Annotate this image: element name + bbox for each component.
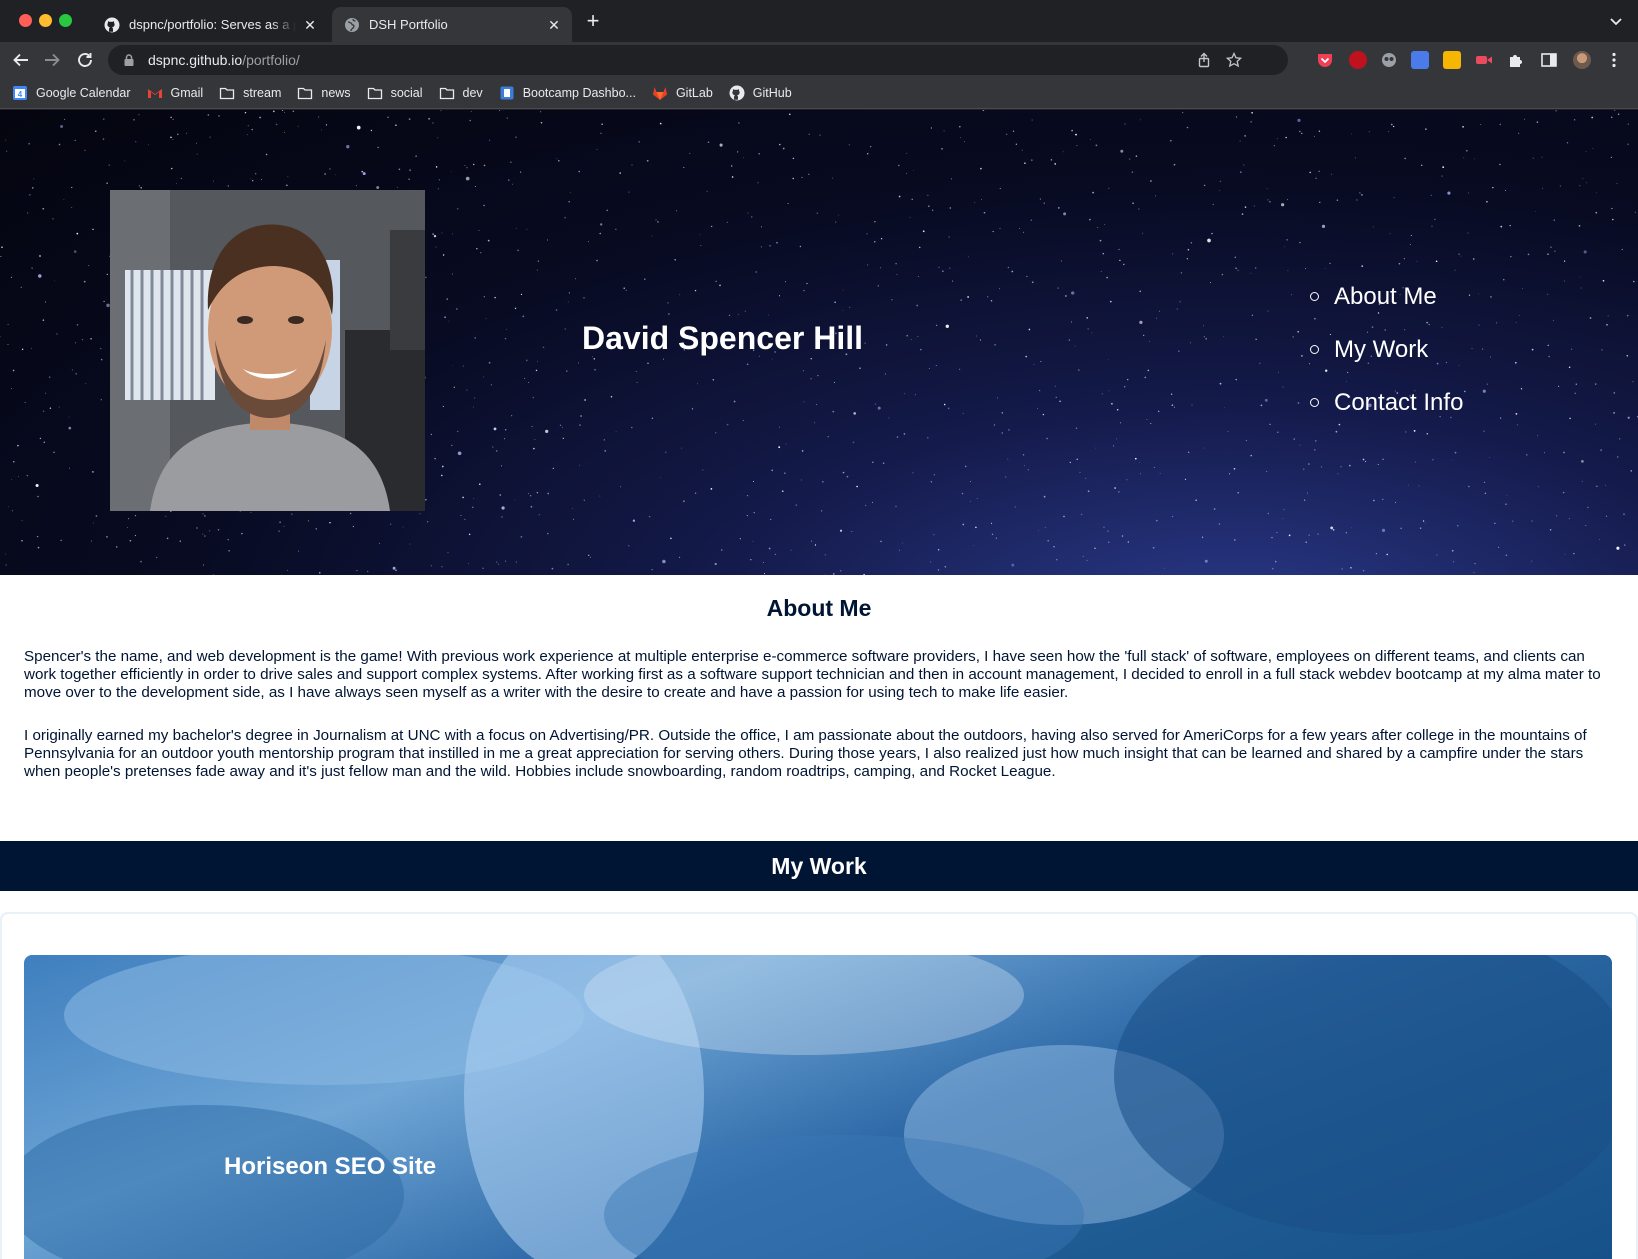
globe-icon	[344, 17, 360, 33]
profile-photo	[110, 190, 425, 511]
pocket-extension-icon[interactable]	[1316, 51, 1334, 69]
circle-bullet-icon	[1310, 292, 1319, 301]
window-zoom-button[interactable]	[59, 14, 72, 27]
nav-link-my-work[interactable]: My Work	[1334, 336, 1428, 364]
about-paragraph: I originally earned my bachelor's degree…	[24, 727, 1587, 780]
bootcamp-icon	[499, 85, 515, 101]
browser-tab-github[interactable]: dspnc/portfolio: Serves as a portfolio ✕	[92, 7, 328, 42]
record-extension-icon[interactable]	[1475, 51, 1493, 69]
share-icon[interactable]	[1196, 52, 1212, 68]
circle-bullet-icon	[1310, 398, 1319, 407]
chevron-down-icon[interactable]	[1608, 13, 1624, 29]
hero-header: David Spencer Hill About Me My Work Cont…	[0, 110, 1638, 575]
nav-link-contact-info[interactable]: Contact Info	[1334, 389, 1463, 417]
lock-icon[interactable]	[122, 53, 136, 67]
tab-title: dspnc/portfolio: Serves as a portfolio	[129, 17, 296, 32]
folder-icon	[367, 85, 383, 101]
privacy-extension-icon[interactable]	[1380, 51, 1398, 69]
nav-item-my-work: My Work	[1310, 323, 1463, 376]
folder-icon	[219, 85, 235, 101]
tab-title: DSH Portfolio	[369, 17, 448, 32]
nav-item-contact-info: Contact Info	[1310, 376, 1463, 429]
bookmark-bootcamp-dashboard[interactable]: Bootcamp Dashbo...	[499, 85, 636, 101]
window-close-button[interactable]	[19, 14, 32, 27]
url-path: /portfolio/	[242, 52, 300, 68]
browser-tab-active[interactable]: DSH Portfolio ✕	[332, 7, 572, 42]
back-arrow-icon[interactable]	[10, 49, 32, 71]
github-icon	[104, 17, 120, 33]
sky-background-image	[24, 955, 1612, 1259]
bookmark-label: social	[390, 86, 423, 100]
translate-extension-icon[interactable]	[1411, 51, 1429, 69]
bookmark-gmail[interactable]: Gmail	[147, 85, 204, 101]
browser-toolbar: dspnc.github.io/portfolio/	[0, 42, 1638, 78]
bookmark-label: GitHub	[752, 86, 792, 100]
about-section-title: About Me	[766, 595, 872, 621]
tab-close-icon[interactable]: ✕	[546, 17, 562, 33]
bookmark-label: Gmail	[170, 86, 204, 100]
about-paragraph: Spencer's the name, and web development …	[24, 648, 1601, 701]
url-text: dspnc.github.io/portfolio/	[148, 52, 300, 68]
nav-link-about-me[interactable]: About Me	[1334, 283, 1437, 311]
bookmark-folder-dev[interactable]: dev	[439, 85, 483, 101]
bookmark-label: news	[321, 86, 351, 100]
page-viewport: David Spencer Hill About Me My Work Cont…	[0, 110, 1638, 1259]
reload-icon[interactable]	[74, 49, 96, 71]
forward-arrow-icon[interactable]	[41, 49, 63, 71]
site-navigation: About Me My Work Contact Info	[1310, 270, 1463, 429]
gitlab-icon	[652, 85, 668, 101]
bookmark-label: stream	[243, 86, 282, 100]
tab-close-icon[interactable]: ✕	[302, 17, 318, 33]
calendar-icon: 4	[12, 85, 28, 101]
gmail-icon	[147, 85, 163, 101]
bookmark-folder-news[interactable]: news	[297, 85, 351, 101]
side-panel-icon[interactable]	[1540, 51, 1558, 69]
project-card[interactable]: Horiseon SEO Site	[24, 955, 1612, 1259]
circle-bullet-icon	[1310, 345, 1319, 354]
puzzle-icon[interactable]	[1507, 51, 1525, 69]
site-owner-name: David Spencer Hill	[582, 320, 863, 356]
bookmark-star-icon[interactable]	[1225, 51, 1243, 68]
github-icon	[729, 85, 745, 101]
bookmark-label: dev	[462, 86, 483, 100]
bookmark-folder-stream[interactable]: stream	[219, 85, 281, 101]
folder-icon	[439, 85, 455, 101]
window-minimize-button[interactable]	[39, 14, 52, 27]
bookmark-github[interactable]: GitHub	[729, 85, 792, 101]
nav-item-about-me: About Me	[1310, 270, 1463, 323]
bookmark-gitlab[interactable]: GitLab	[652, 85, 713, 101]
my-work-section-title: My Work	[0, 841, 1638, 891]
ublock-extension-icon[interactable]	[1349, 51, 1367, 69]
project-title: Horiseon SEO Site	[224, 1153, 437, 1180]
bookmark-label: Bootcamp Dashbo...	[522, 86, 636, 100]
bookmark-label: GitLab	[675, 86, 713, 100]
profile-avatar[interactable]	[1573, 51, 1591, 69]
folder-icon	[297, 85, 313, 101]
address-bar[interactable]: dspnc.github.io/portfolio/	[108, 45, 1288, 75]
svg-text:4: 4	[18, 90, 23, 99]
url-host: dspnc.github.io	[148, 52, 243, 68]
browser-tab-strip: dspnc/portfolio: Serves as a portfolio ✕…	[0, 0, 1638, 42]
keep-extension-icon[interactable]	[1443, 51, 1461, 69]
bookmark-folder-social[interactable]: social	[367, 85, 423, 101]
kebab-menu-icon[interactable]	[1605, 51, 1623, 69]
bookmark-google-calendar[interactable]: 4 Google Calendar	[12, 85, 131, 101]
bookmark-label: Google Calendar	[36, 86, 131, 100]
bookmarks-bar: 4 Google Calendar Gmail stream news soci…	[0, 78, 1638, 109]
new-tab-button[interactable]: +	[582, 10, 604, 33]
